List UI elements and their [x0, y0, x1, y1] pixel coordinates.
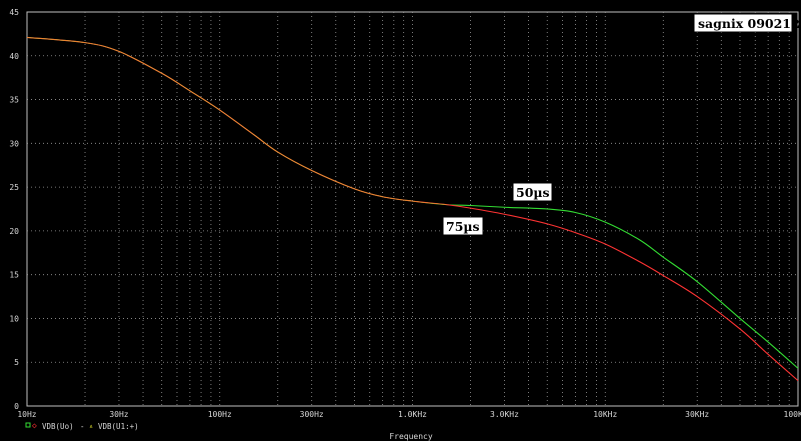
signature-text: sagnix 090212 — [698, 16, 800, 31]
frequency-response-chart: 051015202530354045 10Hz 30Hz 100Hz 300Hz 1.0… — [0, 0, 801, 441]
annotation-50us: 50µs — [512, 182, 553, 202]
x-tick-label: 3.0KHz — [490, 410, 519, 419]
legend-dot-icon: ◇ — [32, 421, 37, 430]
annotation-50us-text: 50µs — [516, 185, 550, 200]
chart-background — [0, 0, 801, 441]
legend-triangle-icon: ▵ — [89, 422, 93, 430]
y-tick-label: 35 — [9, 96, 19, 105]
legend: ◇ VDB(Uo) - ▵ VDB(U1:+) — [25, 421, 139, 431]
annotation-75us: 75µs — [442, 216, 484, 236]
x-tick-label: 30KHz — [685, 410, 709, 419]
x-tick-label: 10KHz — [593, 410, 617, 419]
x-tick-label: 1.0KHz — [398, 410, 427, 419]
x-tick-label: 10Hz — [17, 410, 36, 419]
y-tick-label: 30 — [9, 139, 19, 148]
x-tick-label: 100KHz — [784, 410, 801, 419]
legend-label-uo: VDB(Uo) — [42, 422, 74, 431]
y-tick-label: 5 — [14, 358, 19, 367]
y-tick-label: 10 — [9, 314, 19, 323]
legend-label-u1: VDB(U1:+) — [98, 422, 139, 431]
x-tick-label: 30Hz — [109, 410, 128, 419]
y-tick-label: 25 — [9, 183, 19, 192]
signature-badge: sagnix 090212 — [693, 13, 800, 33]
x-axis-title: Frequency — [389, 432, 433, 441]
y-tick-label: 45 — [9, 8, 19, 17]
y-tick-label: 20 — [9, 227, 19, 236]
legend-separator: - — [80, 422, 85, 431]
annotation-75us-text: 75µs — [446, 219, 480, 234]
y-tick-label: 15 — [9, 271, 19, 280]
x-tick-label: 300Hz — [300, 410, 324, 419]
x-tick-label: 100Hz — [208, 410, 232, 419]
y-tick-label: 40 — [9, 52, 19, 61]
